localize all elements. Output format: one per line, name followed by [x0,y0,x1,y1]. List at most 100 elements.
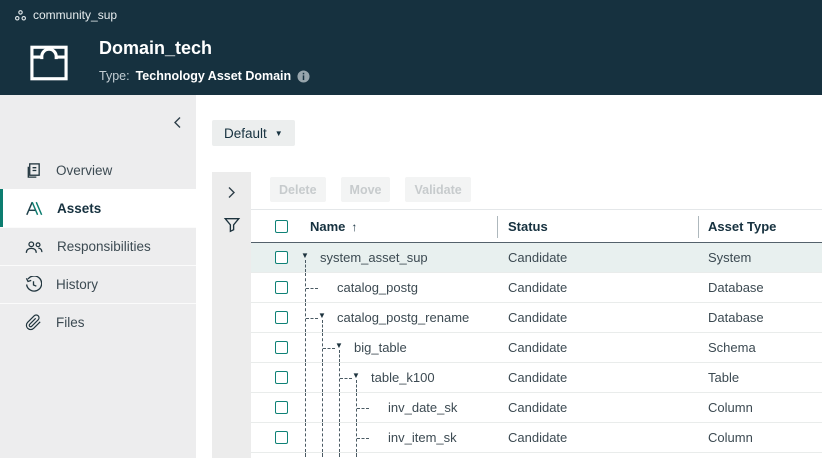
bulk-actions-toolbar: Delete Move Validate [270,177,471,202]
tree-line [305,260,306,272]
tree-elbow [340,378,352,379]
tree-elbow [323,348,335,349]
tree-line [305,393,306,422]
tree-elbow [306,288,318,289]
panel-expand-button[interactable] [212,180,251,204]
sidebar-item-label: History [56,277,98,292]
page-header: community_sup Domain_tech Type: Technolo… [0,0,822,95]
column-header-name[interactable]: Name↑ [310,219,357,234]
tree-line [356,453,357,457]
type-label: Type: [99,69,130,83]
paperclip-icon [25,314,42,331]
tree-line [305,423,306,452]
column-separator [497,216,498,238]
move-button[interactable]: Move [341,177,391,202]
validate-button[interactable]: Validate [405,177,470,202]
select-all-checkbox[interactable] [275,220,288,233]
sidebar-item-overview[interactable]: Overview [0,151,196,189]
asset-name[interactable]: catalog_postg [337,280,418,295]
people-icon [25,239,43,255]
expand-toggle-icon[interactable]: ▼ [318,312,326,320]
row-checkbox[interactable] [275,371,288,384]
sidebar-item-history[interactable]: History [0,265,196,303]
tree-line [322,423,323,452]
asset-type: Table [708,370,739,385]
row-checkbox[interactable] [275,251,288,264]
sidebar-item-label: Responsibilities [57,239,151,254]
asset-status: Candidate [508,250,567,265]
chevron-left-icon [173,116,182,129]
asset-type: Database [708,310,764,325]
asset-name[interactable]: inv_item_sk [388,430,457,445]
asset-type: Column [708,400,753,415]
expand-toggle-icon[interactable]: ▼ [352,372,360,380]
tree-line [322,393,323,422]
tree-line [305,333,306,362]
sidebar-item-responsibilities[interactable]: Responsibilities [0,227,196,265]
asset-type: Database [708,280,764,295]
asset-name[interactable]: catalog_postg_rename [337,310,469,325]
expand-toggle-icon[interactable]: ▼ [301,252,309,260]
filter-side-strip [212,172,251,458]
asset-status: Candidate [508,340,567,355]
sidebar-item-label: Assets [57,201,101,216]
column-header-asset-type[interactable]: Asset Type [708,219,776,234]
sidebar-item-label: Files [56,315,85,330]
asset-name[interactable]: system_asset_sup [320,250,428,265]
row-checkbox[interactable] [275,281,288,294]
table-row[interactable]: inv_item_sk Candidate Column [251,423,822,453]
asset-status: Candidate [508,280,567,295]
tree-line [305,453,306,457]
history-clock-icon [25,276,42,293]
asset-status: Candidate [508,370,567,385]
filter-funnel-icon [223,216,241,234]
table-row[interactable]: ▼ big_table Candidate Schema [251,333,822,363]
column-separator [698,216,699,238]
view-switcher-button[interactable]: Default ▼ [212,120,295,146]
document-icon [25,162,42,179]
table-row[interactable]: ▼ table_k100 Candidate Table [251,363,822,393]
tree-line [305,363,306,392]
row-checkbox[interactable] [275,341,288,354]
delete-button[interactable]: Delete [270,177,326,202]
table-row[interactable]: ▼ system_asset_sup Candidate System [251,243,822,273]
sidebar-item-assets[interactable]: Assets [0,189,196,227]
expand-toggle-icon[interactable]: ▼ [335,342,343,350]
assets-table: Name↑ Status Asset Type ▼ system_asset_su… [251,209,822,458]
table-row[interactable]: inv_date_skCandidateColumn [251,393,822,423]
asset-type-line: Type: Technology Asset Domain [99,69,310,83]
view-switcher-label: Default [224,126,267,141]
asset-name[interactable]: big_table [354,340,407,355]
community-icon [14,9,27,22]
tree-line [322,320,323,332]
tree-line [339,350,340,362]
breadcrumb[interactable]: community_sup [14,8,117,22]
asset-type: Schema [708,340,756,355]
sidebar-collapse-button[interactable] [166,111,188,133]
tree-line [322,363,323,392]
table-row[interactable]: catalog_postg Candidate Database [251,273,822,303]
asset-name[interactable]: inv_date_sk [388,400,457,415]
asset-name[interactable]: table_k100 [371,370,435,385]
row-checkbox[interactable] [275,431,288,444]
table-row[interactable]: ▼ catalog_postg_rename Candidate Database [251,303,822,333]
asset-status: Candidate [508,430,567,445]
row-checkbox[interactable] [275,311,288,324]
asset-type: System [708,250,751,265]
tree-elbow [357,438,369,439]
tree-elbow [357,408,369,409]
asset-type: Column [708,430,753,445]
filter-button[interactable] [212,212,251,238]
table-header-row: Name↑ Status Asset Type [251,209,822,243]
sidebar-item-label: Overview [56,163,112,178]
asset-status: Candidate [508,310,567,325]
row-checkbox[interactable] [275,401,288,414]
caret-down-icon: ▼ [275,129,283,138]
tree-line [322,453,323,457]
info-icon[interactable] [297,70,310,83]
tree-line [339,393,340,422]
column-header-status[interactable]: Status [508,219,548,234]
tree-line [339,423,340,452]
tree-line [339,453,340,457]
sidebar-item-files[interactable]: Files [0,303,196,341]
